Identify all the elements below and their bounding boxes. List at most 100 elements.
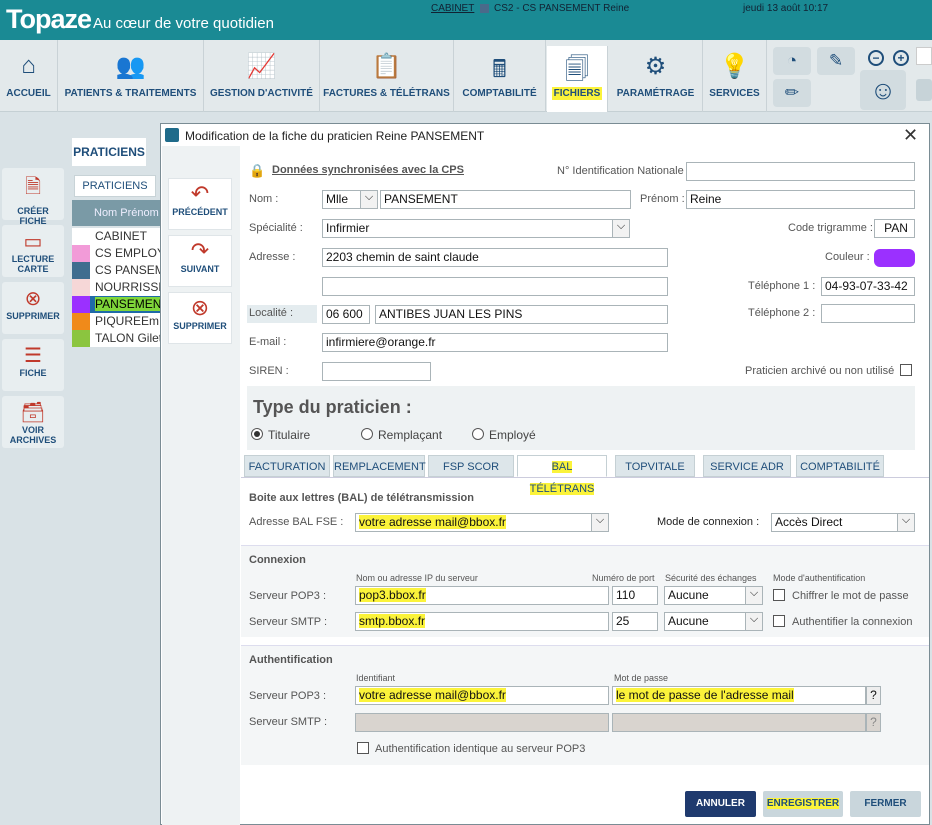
pop3-server-field[interactable]: pop3.bbox.fr	[355, 586, 609, 605]
lock-icon: 🔒	[249, 163, 266, 178]
tab-comptabilite[interactable]: COMPTABILITÉ	[796, 455, 884, 477]
smtp-port-field[interactable]: 25	[612, 612, 658, 631]
trigram-field[interactable]: PAN	[874, 219, 915, 238]
nav-label: PRÉCÉDENT	[172, 207, 228, 217]
city-field[interactable]: ANTIBES JUAN LES PINS	[375, 305, 668, 324]
toolbar-comptabilite[interactable]: 🖩 COMPTABILITÉ	[454, 40, 546, 112]
nin-field[interactable]	[686, 162, 915, 181]
speciality-select[interactable]: Infirmier	[322, 219, 630, 238]
toolbar-parametrage[interactable]: ⚙ PARAMÉTRAGE	[609, 40, 703, 112]
pop3-server-value: pop3.bbox.fr	[359, 588, 426, 602]
help-button[interactable]: ?	[866, 686, 881, 705]
file-button[interactable]: ☰ FICHE	[2, 339, 64, 391]
toolbar-services[interactable]: 💡 SERVICES	[703, 40, 767, 112]
tel1-label: Téléphone 1 :	[748, 280, 816, 292]
create-file-button[interactable]: 🗎 CRÉER FICHE	[2, 168, 64, 226]
sidebar-label: SUPPRIMER	[6, 311, 60, 321]
tab-service-adr[interactable]: SERVICE ADR	[703, 455, 791, 477]
read-card-button[interactable]: ▭ LECTURE CARTE	[2, 225, 64, 277]
tel1-field[interactable]: 04-93-07-33-42	[821, 277, 915, 296]
civility-select[interactable]: Mlle	[322, 190, 378, 209]
archive-label: Praticien archivé ou non utilisé	[745, 365, 895, 377]
radio-employe[interactable]	[472, 428, 484, 440]
toolbar-gestion[interactable]: 📈 GESTION D'ACTIVITÉ	[204, 40, 320, 112]
col-auth-mode: Mode d'authentification	[773, 573, 866, 583]
tab-topvitale[interactable]: TOPVITALE	[615, 455, 695, 477]
pop3-port-field[interactable]: 110	[612, 586, 658, 605]
search-field[interactable]	[916, 47, 932, 65]
tab-label: BAL TÉLÉTRANS	[529, 461, 595, 495]
connection-mode-select[interactable]: Accès Direct	[771, 513, 915, 532]
dialog-delete-button[interactable]: ⊗ SUPPRIMER	[168, 292, 232, 344]
smtp-identifier-field	[355, 713, 609, 732]
archive-checkbox[interactable]	[900, 364, 912, 376]
subtab-praticiens[interactable]: PRATICIENS	[74, 175, 156, 197]
list-item[interactable]: NOURRISSE	[72, 279, 162, 296]
list-item[interactable]: CS PANSEMENT	[72, 262, 162, 279]
toolbar-patients[interactable]: 👥 PATIENTS & TRAITEMENTS	[58, 40, 204, 112]
close-button[interactable]: FERMER	[850, 791, 921, 817]
auth-connection-checkbox[interactable]	[773, 615, 785, 627]
pencil-icon[interactable]: ✏	[773, 79, 811, 107]
delete-button[interactable]: ⊗ SUPPRIMER	[2, 282, 64, 334]
radio-titulaire[interactable]	[251, 428, 263, 440]
email-field[interactable]: infirmiere@orange.fr	[322, 333, 668, 352]
prenom-field[interactable]: Reine	[686, 190, 915, 209]
ticket-icon[interactable]: ✎	[817, 47, 855, 75]
encrypt-password-checkbox[interactable]	[773, 589, 785, 601]
pop3-security-select[interactable]: Aucune	[664, 586, 763, 605]
list-item[interactable]: TALON Gilet	[72, 330, 162, 347]
tab-fsp-scor[interactable]: FSP SCOR	[428, 455, 514, 477]
pop3-identifier-value: votre adresse mail@bbox.fr	[359, 688, 506, 702]
pop3-password-field[interactable]: le mot de passe de l'adresse mail	[612, 686, 866, 705]
smtp-password-field	[612, 713, 866, 732]
toolbar-label: PATIENTS & TRAITEMENTS	[64, 88, 197, 99]
list-item[interactable]: PIQUREEm	[72, 313, 162, 330]
address-line2[interactable]	[322, 277, 668, 296]
tel2-field[interactable]	[821, 304, 915, 323]
nom-field[interactable]: PANSEMENT	[380, 190, 631, 209]
list-item[interactable]: CS EMPLOYE	[72, 245, 162, 262]
smtp-security-select[interactable]: Aucune	[664, 612, 763, 631]
tab-bal-teletrans[interactable]: BAL TÉLÉTRANS	[517, 455, 607, 495]
card-icon: ▭	[23, 231, 43, 253]
bal-address-select[interactable]: votre adresse mail@bbox.fr	[355, 513, 609, 532]
sync-label: Données synchronisées avec la CPS	[272, 164, 464, 176]
toolbar-fichiers[interactable]: 🗐 FICHIERS	[547, 46, 608, 112]
document-icon: 🗎	[24, 176, 42, 198]
cabinet-link[interactable]: CABINET	[431, 3, 474, 14]
radio-remplacant[interactable]	[361, 428, 373, 440]
list-column-header[interactable]: Nom Prénom	[72, 200, 162, 226]
tab-remplacement[interactable]: REMPLACEMENT	[333, 455, 426, 477]
siren-field[interactable]	[322, 362, 431, 381]
close-icon[interactable]: ✕	[903, 125, 918, 146]
next-button[interactable]: ↷ SUIVANT	[168, 235, 232, 287]
address-line1[interactable]: 2203 chemin de saint claude	[322, 248, 668, 267]
nav-label: SUIVANT	[180, 264, 220, 274]
save-button[interactable]: ENREGISTRER	[763, 791, 843, 817]
connection-heading: Connexion	[249, 554, 306, 566]
smtp-server-field[interactable]: smtp.bbox.fr	[355, 612, 609, 631]
toolbar-factures[interactable]: 📋 FACTURES & TÉLÉTRANS	[320, 40, 454, 112]
same-auth-checkbox[interactable]	[357, 742, 369, 754]
auth-connection-label: Authentifier la connexion	[792, 616, 913, 628]
archives-button[interactable]: 🗃 VOIR ARCHIVES	[2, 396, 64, 448]
color-picker[interactable]	[874, 249, 915, 267]
list-item-label: CS EMPLOYE	[95, 246, 162, 260]
tab-praticiens[interactable]: PRATICIENS	[72, 138, 146, 166]
pop3-identifier-field[interactable]: votre adresse mail@bbox.fr	[355, 686, 609, 705]
cancel-button[interactable]: ANNULER	[685, 791, 756, 817]
pie-chart-icon[interactable]: ◔	[773, 47, 811, 75]
previous-button[interactable]: ↶ PRÉCÉDENT	[168, 178, 232, 230]
list-item-selected[interactable]: PANSEMENT	[72, 296, 162, 313]
toolbar-accueil[interactable]: ⌂ ACCUEIL	[0, 40, 58, 112]
user-account-icon[interactable]: ☺	[860, 70, 906, 110]
type-title: Type du praticien :	[253, 397, 412, 417]
list-item[interactable]: CABINET	[72, 228, 162, 245]
tab-facturation[interactable]: FACTURATION	[244, 455, 330, 477]
toolbar-label: FICHIERS	[551, 87, 603, 100]
zoom-out-icon[interactable]: −	[868, 50, 884, 66]
side-toggle[interactable]	[916, 79, 932, 101]
postal-code-field[interactable]: 06 600	[322, 305, 370, 324]
zoom-in-icon[interactable]: +	[893, 50, 909, 66]
